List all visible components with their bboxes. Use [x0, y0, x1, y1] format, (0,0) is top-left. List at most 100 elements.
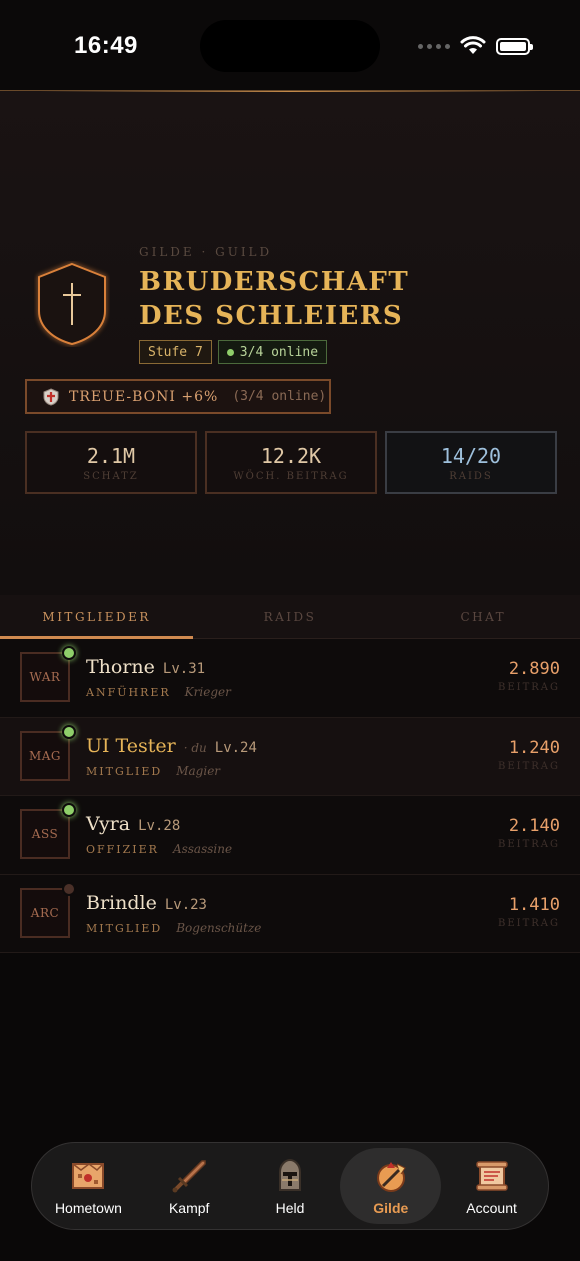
scroll-icon: [475, 1161, 508, 1191]
member-role: ANFÜHRER: [86, 686, 171, 699]
guild-level-badge: Stufe 7: [139, 340, 212, 364]
stat-label: RAIDS: [449, 470, 493, 482]
nav-label: Account: [466, 1200, 517, 1216]
stat-value: 12.2K: [260, 443, 322, 468]
member-level: Lv.23: [164, 896, 207, 913]
member-name: Thorne: [86, 656, 155, 678]
guild-title-line-2: DES SCHLEIERS: [139, 301, 404, 331]
member-role: MITGLIED: [86, 764, 163, 778]
online-status-dot: [62, 646, 76, 660]
member-row[interactable]: WAR Thorne Lv.31 ANFÜHRER Krieger 2.890 …: [0, 639, 580, 718]
dynamic-island: [200, 20, 380, 72]
member-contribution: 1.240 BEITRAG: [498, 738, 560, 772]
member-level: Lv.24: [214, 739, 257, 756]
contribution-value: 1.240: [508, 737, 560, 758]
member-role-line: MITGLIED Bogenschütze: [86, 921, 261, 935]
offline-status-dot: [62, 881, 76, 896]
stat-weekly-contribution: 12.2K WÖCH. BEITRAG: [205, 431, 377, 494]
contribution-label: BEITRAG: [497, 682, 560, 693]
status-bar: 16:49: [0, 0, 580, 90]
self-marker: · du: [183, 740, 207, 755]
guild-stats: 2.1M SCHATZ 12.2K WÖCH. BEITRAG 14/20 RA…: [25, 431, 557, 494]
member-level: Lv.31: [162, 661, 206, 677]
member-list: WAR Thorne Lv.31 ANFÜHRER Krieger 2.890 …: [0, 639, 580, 953]
member-contribution: 2.140 BEITRAG: [498, 816, 560, 850]
member-name-line: Vyra Lv.28: [86, 813, 180, 835]
member-role-line: MITGLIED Magier: [86, 764, 220, 778]
guild-title: BRUDERSCHAFT DES SCHLEIERS: [139, 265, 409, 333]
nav-account[interactable]: Account: [441, 1148, 542, 1224]
member-name-line: Brindle Lv.23: [86, 892, 207, 914]
nav-label: Gilde: [373, 1200, 409, 1216]
contribution-label: BEITRAG: [497, 839, 560, 850]
guild-tabs: MITGLIEDER RAIDS CHAT: [0, 595, 580, 639]
class-badge: MAG: [20, 724, 76, 781]
member-row[interactable]: ASS Vyra Lv.28 OFFIZIER Assassine 2.140 …: [0, 796, 580, 875]
tab-raids[interactable]: RAIDS: [193, 595, 386, 638]
tab-chat[interactable]: CHAT: [387, 595, 580, 638]
stat-value: 2.1M: [86, 443, 136, 468]
status-time: 16:49: [74, 32, 138, 59]
stat-treasury: 2.1M SCHATZ: [25, 431, 197, 494]
wifi-icon: [460, 36, 486, 54]
battery-icon: [496, 37, 533, 55]
member-class: Magier: [176, 763, 221, 778]
bottom-nav: Hometown Kampf Held Gilde Account: [31, 1142, 549, 1230]
nav-kampf[interactable]: Kampf: [139, 1148, 240, 1224]
member-row-self[interactable]: MAG UI Tester · du Lv.24 MITGLIED Magier…: [0, 717, 580, 796]
nav-label: Held: [275, 1200, 305, 1216]
nav-label: Hometown: [54, 1200, 122, 1216]
contribution-value: 2.890: [508, 659, 560, 679]
crest-icon: [43, 387, 59, 406]
helmet-icon: [278, 1158, 301, 1191]
nav-hometown[interactable]: Hometown: [38, 1148, 139, 1224]
stat-label: SCHATZ: [83, 470, 139, 482]
member-contribution: 2.890 BEITRAG: [498, 659, 560, 693]
guild-title-line-1: BRUDERSCHAFT: [139, 267, 410, 297]
contribution-label: BEITRAG: [497, 760, 560, 772]
guild-header: GILDE · GUILD BRUDERSCHAFT DES SCHLEIERS…: [0, 90, 580, 595]
contribution-value: 1.410: [508, 894, 560, 915]
stat-value: 14/20: [440, 443, 502, 468]
member-role: OFFIZIER: [86, 843, 159, 856]
bonus-sub: (3/4 online): [232, 389, 327, 404]
member-class: Assassine: [172, 842, 233, 856]
member-class: Bogenschütze: [176, 920, 262, 935]
class-badge: WAR: [20, 646, 76, 702]
member-name: Vyra: [86, 813, 131, 835]
member-name: Brindle: [86, 891, 157, 914]
bonus-label: TREUE-BONI +6%: [69, 388, 219, 405]
member-name-line: Thorne Lv.31: [86, 656, 205, 678]
online-count: 3/4 online: [239, 344, 319, 360]
contribution-label: BEITRAG: [497, 917, 560, 929]
member-name-line: UI Tester · du Lv.24: [86, 735, 257, 757]
member-role: MITGLIED: [86, 921, 163, 935]
member-name: UI Tester: [86, 734, 176, 757]
nav-held[interactable]: Held: [240, 1148, 341, 1224]
loyalty-bonus-badge[interactable]: TREUE-BONI +6% (3/4 online): [25, 379, 331, 414]
online-dot-icon: [226, 348, 234, 356]
guild-eyebrow: GILDE · GUILD: [139, 245, 273, 259]
member-contribution: 1.410 BEITRAG: [498, 895, 560, 929]
tab-members[interactable]: MITGLIEDER: [0, 595, 194, 639]
online-status-dot: [62, 724, 76, 739]
class-badge: ASS: [20, 803, 76, 859]
guild-crest-icon: [376, 1162, 406, 1192]
stat-label: WÖCH. BEITRAG: [233, 470, 349, 482]
online-badge: 3/4 online: [217, 340, 328, 364]
status-icons: [418, 36, 533, 56]
signal-icon: [418, 43, 450, 49]
member-row[interactable]: ARC Brindle Lv.23 MITGLIED Bogenschütze …: [0, 874, 580, 953]
online-status-dot: [62, 803, 76, 817]
shield-cross-icon: [37, 262, 107, 346]
member-class: Krieger: [184, 685, 231, 699]
member-role-line: ANFÜHRER Krieger: [86, 685, 231, 699]
nav-label: Kampf: [168, 1200, 210, 1216]
member-level: Lv.28: [138, 818, 181, 834]
map-icon: [72, 1163, 105, 1189]
nav-gilde[interactable]: Gilde: [340, 1148, 442, 1224]
stat-raids: 14/20 RAIDS: [385, 431, 557, 494]
class-badge: ARC: [20, 881, 76, 938]
member-role-line: OFFIZIER Assassine: [86, 842, 232, 856]
guild-pills: Stufe 7 3/4 online: [139, 340, 328, 364]
